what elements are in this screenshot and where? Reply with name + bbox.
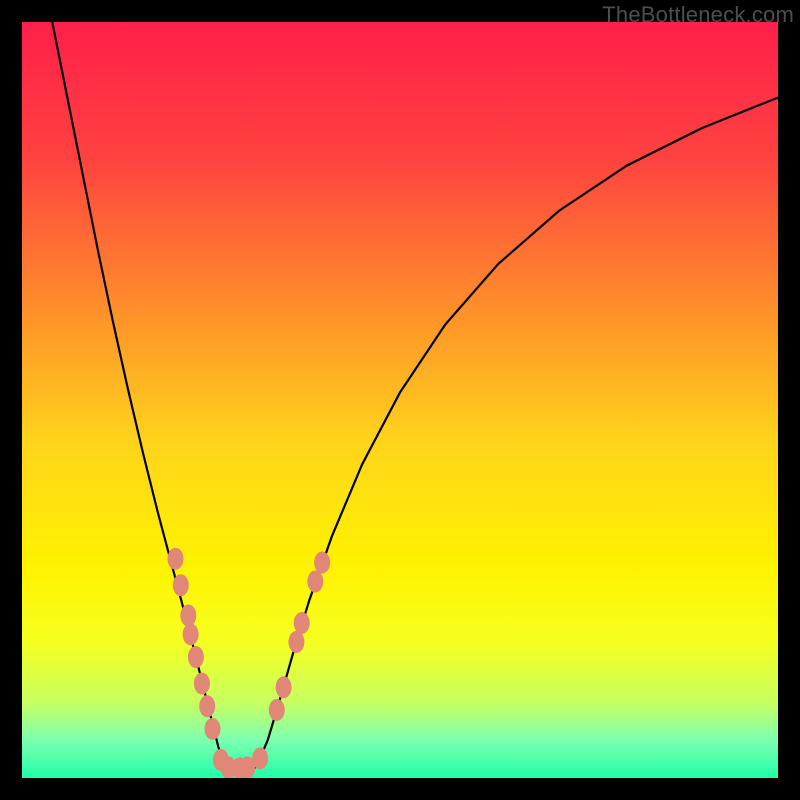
data-marker [288,631,304,653]
data-marker [180,604,196,626]
data-marker [194,673,210,695]
data-marker [294,612,310,634]
data-marker [188,646,204,668]
gradient-background [22,22,778,778]
data-marker [183,623,199,645]
data-marker [307,570,323,592]
data-marker [252,747,268,769]
data-marker [314,552,330,574]
data-marker [167,548,183,570]
data-marker [199,695,215,717]
bottleneck-chart [22,22,778,778]
data-marker [173,574,189,596]
data-marker [276,676,292,698]
data-marker [205,718,221,740]
chart-frame [22,22,778,778]
data-marker [269,699,285,721]
